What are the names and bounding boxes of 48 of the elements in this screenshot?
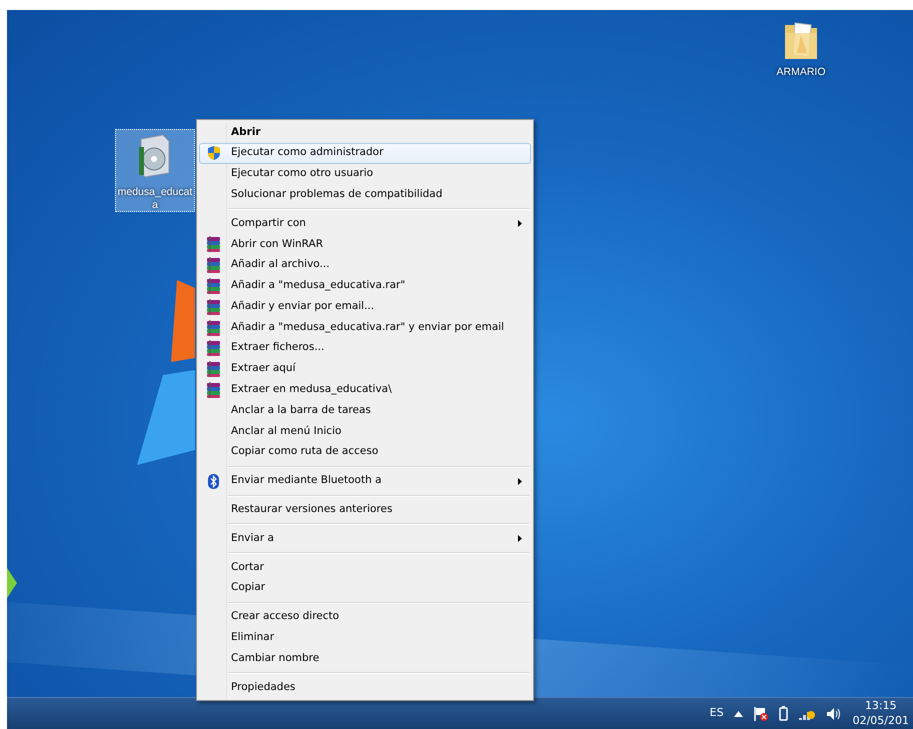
language-indicator[interactable]: ES (710, 705, 724, 722)
menu-item[interactable]: Anclar al menú Inicio (199, 421, 531, 442)
menu-item[interactable]: Añadir a "medusa_educativa.rar" y enviar por email (199, 317, 531, 338)
submenu-arrow-icon (518, 220, 522, 228)
icon-label: medusa_educat a (118, 186, 192, 212)
book-stack-icon (206, 257, 221, 274)
menu-item[interactable]: Extraer en medusa_educativa\ (199, 380, 531, 400)
shield-icon (206, 145, 222, 162)
menu-item[interactable]: Abrir (199, 122, 531, 143)
book-stack-icon (206, 320, 221, 336)
menu-item[interactable]: Añadir y enviar por email... (199, 296, 531, 318)
submenu-arrow-icon (518, 535, 522, 542)
menu-item[interactable]: Extraer aquí (199, 358, 531, 380)
menu-item[interactable]: Cortar (199, 557, 531, 578)
folder-shortcut[interactable]: ARMARIO (767, 16, 835, 79)
show-hidden-icons-icon[interactable] (734, 710, 743, 716)
speaker-icon[interactable] (826, 706, 843, 720)
menu-item[interactable]: Eliminar (199, 628, 531, 648)
menu-item[interactable]: Ejecutar como otro usuario (199, 164, 531, 184)
menu-item[interactable]: Cambiar nombre (199, 648, 531, 670)
menu-item[interactable]: Propiedades (199, 677, 531, 698)
menu-item[interactable]: Copiar (199, 578, 531, 599)
menu-item[interactable]: Enviar mediante Bluetooth a (199, 470, 531, 492)
menu-item[interactable]: Extraer ficheros... (199, 338, 531, 359)
menu-item[interactable]: Crear acceso directo (199, 606, 531, 628)
menu-item[interactable]: Ejecutar como administrador (199, 142, 531, 164)
menu-item[interactable]: Solucionar problemas de compatibilidad (199, 184, 531, 206)
book-stack-icon (206, 278, 221, 294)
flag-error-icon[interactable] (752, 706, 769, 722)
menu-item[interactable]: Copiar como ruta de acceso (199, 442, 531, 463)
book-stack-icon (206, 340, 221, 356)
leaf-icon (7, 568, 17, 598)
menu-item[interactable]: Abrir con WinRAR (199, 234, 531, 255)
book-stack-icon (206, 382, 221, 398)
menu-item[interactable]: Añadir al archivo... (199, 254, 531, 276)
menu-item[interactable]: Enviar a (199, 528, 531, 550)
battery-icon[interactable] (778, 706, 788, 721)
clock[interactable]: 13:15 02/05/201 (852, 699, 909, 728)
menu-item[interactable]: Añadir a "medusa_educativa.rar" (199, 276, 531, 296)
icon-label: ARMARIO (776, 66, 826, 79)
submenu-arrow-icon (518, 478, 522, 485)
menu-item[interactable]: Compartir con (199, 213, 531, 234)
book-stack-icon (206, 236, 221, 252)
book-stack-icon (206, 361, 221, 378)
book-stack-icon (206, 298, 221, 315)
bluetooth-icon (208, 474, 219, 489)
menu-item[interactable]: Anclar a la barra de tareas (199, 400, 531, 422)
menu-item[interactable]: Restaurar versiones anteriores (199, 500, 531, 520)
